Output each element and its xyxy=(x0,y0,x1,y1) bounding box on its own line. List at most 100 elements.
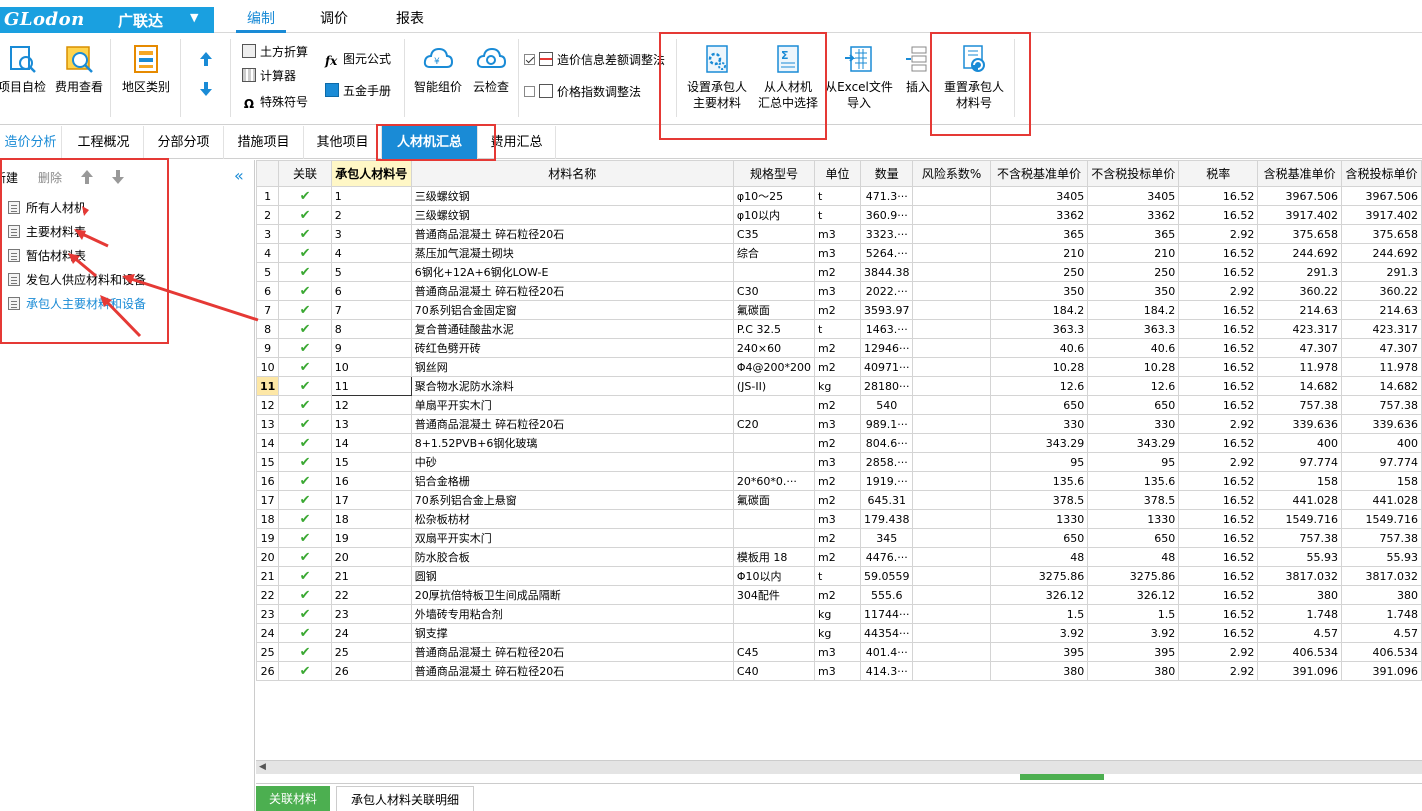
cell-material-name[interactable]: 松杂板枋材 xyxy=(410,509,734,529)
col-header-bid-price-ex[interactable]: 不含税投标单价 xyxy=(1087,160,1180,187)
cell-tax-rate[interactable]: 16.52 xyxy=(1178,471,1259,491)
cell-risk[interactable] xyxy=(912,623,991,643)
cell-base-price-inc[interactable]: 47.307 xyxy=(1257,338,1342,358)
cell-unit[interactable]: m2 xyxy=(814,338,861,358)
cell-unit[interactable]: m3 xyxy=(814,642,861,662)
cell-bid-price-inc[interactable]: 339.636 xyxy=(1340,414,1422,434)
table-row[interactable]: 18 ✔ 18 松杂板枋材 m3 179.438 1330 1330 16.52 1549.716… xyxy=(256,509,1422,529)
table-row[interactable]: 20 ✔ 20 防水胶合板 模板用 18 m2 4476.··· 48 48 16.52 55.93… xyxy=(256,547,1422,567)
linked-check-icon[interactable]: ✔ xyxy=(278,205,332,225)
cell-spec[interactable]: 304配件 xyxy=(732,585,816,605)
cell-material-name[interactable]: 普通商品混凝土 碎石粒径20石 xyxy=(410,224,734,244)
cell-bid-price-inc[interactable]: 400 xyxy=(1340,433,1422,453)
cell-base-price-ex[interactable]: 3.92 xyxy=(989,623,1089,643)
cell-risk[interactable] xyxy=(912,243,991,263)
table-row[interactable]: 21 ✔ 21 圆钢 Φ10以内 t 59.0559 3275.86 3275.86 16.52 3… xyxy=(256,566,1422,586)
table-row[interactable]: 1 ✔ 1 三级螺纹钢 φ10～25 t 471.3··· 3405 3405 16.52 3967… xyxy=(256,186,1422,206)
cell-base-price-ex[interactable]: 48 xyxy=(989,547,1089,567)
cell-bid-price-inc[interactable]: 1.748 xyxy=(1340,604,1422,624)
linked-check-icon[interactable]: ✔ xyxy=(278,566,332,586)
self-check-button[interactable]: 项目自检 xyxy=(0,43,52,95)
cell-risk[interactable] xyxy=(912,528,991,548)
price-diff-checkbox[interactable]: 造价信息差额调整法 xyxy=(524,51,665,69)
col-header-unit[interactable]: 单位 xyxy=(814,160,861,187)
linked-check-icon[interactable]: ✔ xyxy=(278,262,332,282)
linked-check-icon[interactable]: ✔ xyxy=(278,509,332,529)
cell-base-price-ex[interactable]: 1330 xyxy=(989,509,1089,529)
cell-base-price-inc[interactable]: 158 xyxy=(1257,471,1342,491)
cell-bid-price-ex[interactable]: 350 xyxy=(1087,281,1180,301)
cell-tax-rate[interactable]: 16.52 xyxy=(1178,186,1259,206)
cell-bid-price-ex[interactable]: 135.6 xyxy=(1087,471,1180,491)
cell-spec[interactable]: C40 xyxy=(732,661,816,681)
cell-quantity[interactable]: 401.4··· xyxy=(859,642,914,662)
cell-contractor-no[interactable]: 10 xyxy=(330,357,412,377)
row-number[interactable]: 18 xyxy=(256,509,280,529)
linked-check-icon[interactable]: ✔ xyxy=(278,661,332,681)
cell-tax-rate[interactable]: 16.52 xyxy=(1178,319,1259,339)
cell-quantity[interactable]: 989.1··· xyxy=(859,414,914,434)
region-category-button[interactable]: 地区类别 xyxy=(116,43,176,95)
col-header-linked[interactable]: 关联 xyxy=(278,160,332,187)
cell-quantity[interactable]: 3844.38 xyxy=(859,262,914,282)
cell-bid-price-ex[interactable]: 184.2 xyxy=(1087,300,1180,320)
row-number[interactable]: 3 xyxy=(256,224,280,244)
cell-unit[interactable]: m2 xyxy=(814,490,861,510)
move-down-button[interactable] xyxy=(198,81,214,99)
cell-quantity[interactable]: 345 xyxy=(859,528,914,548)
cell-spec[interactable]: 氟碳面 xyxy=(732,490,816,510)
cell-material-name[interactable]: 中砂 xyxy=(410,452,734,472)
cell-contractor-no[interactable]: 5 xyxy=(330,262,412,282)
cell-contractor-no[interactable]: 1 xyxy=(330,186,412,206)
cell-unit[interactable]: m2 xyxy=(814,357,861,377)
cell-bid-price-inc[interactable]: 55.93 xyxy=(1340,547,1422,567)
cell-material-name[interactable]: 普通商品混凝土 碎石粒径20石 xyxy=(410,414,734,434)
cell-bid-price-ex[interactable]: 3405 xyxy=(1087,186,1180,206)
cell-base-price-ex[interactable]: 395 xyxy=(989,642,1089,662)
cell-material-name[interactable]: 普通商品混凝土 碎石粒径20石 xyxy=(410,642,734,662)
cell-unit[interactable]: m2 xyxy=(814,300,861,320)
cell-quantity[interactable]: 804.6··· xyxy=(859,433,914,453)
cell-contractor-no[interactable]: 15 xyxy=(330,452,412,472)
row-number[interactable]: 12 xyxy=(256,395,280,415)
cell-bid-price-ex[interactable]: 1.5 xyxy=(1087,604,1180,624)
row-number[interactable]: 14 xyxy=(256,433,280,453)
horizontal-scrollbar[interactable]: ◀ xyxy=(256,760,1422,774)
cell-contractor-no[interactable]: 9 xyxy=(330,338,412,358)
cell-base-price-inc[interactable]: 97.774 xyxy=(1257,452,1342,472)
cell-risk[interactable] xyxy=(912,376,991,396)
linked-check-icon[interactable]: ✔ xyxy=(278,604,332,624)
table-row[interactable]: 7 ✔ 7 70系列铝合金固定窗 氟碳面 m2 3593.97 184.2 184.2 16.52… xyxy=(256,300,1422,320)
cell-base-price-inc[interactable]: 291.3 xyxy=(1257,262,1342,282)
cell-material-name[interactable]: 防水胶合板 xyxy=(410,547,734,567)
cell-spec[interactable]: 240×60 xyxy=(732,338,816,358)
cell-bid-price-ex[interactable]: 3.92 xyxy=(1087,623,1180,643)
cell-material-name[interactable]: 8+1.52PVB+6钢化玻璃 xyxy=(410,433,734,453)
move-down-icon[interactable] xyxy=(111,169,125,185)
cell-tax-rate[interactable]: 16.52 xyxy=(1178,528,1259,548)
tab-linked-materials[interactable]: 关联材料 xyxy=(256,786,330,811)
cell-unit[interactable]: m3 xyxy=(814,661,861,681)
linked-check-icon[interactable]: ✔ xyxy=(278,623,332,643)
tab-price-adjust[interactable]: 调价 xyxy=(312,8,356,33)
cell-spec[interactable]: φ10～25 xyxy=(732,186,816,206)
cell-contractor-no[interactable]: 8 xyxy=(330,319,412,339)
cell-contractor-no[interactable]: 18 xyxy=(330,509,412,529)
cell-base-price-ex[interactable]: 3362 xyxy=(989,205,1089,225)
cell-bid-price-inc[interactable]: 441.028 xyxy=(1340,490,1422,510)
row-number[interactable]: 4 xyxy=(256,243,280,263)
cell-quantity[interactable]: 11744··· xyxy=(859,604,914,624)
cell-bid-price-inc[interactable]: 11.978 xyxy=(1340,357,1422,377)
cell-quantity[interactable]: 555.6 xyxy=(859,585,914,605)
cell-quantity[interactable]: 540 xyxy=(859,395,914,415)
cell-unit[interactable]: m2 xyxy=(814,547,861,567)
cell-bid-price-ex[interactable]: 3362 xyxy=(1087,205,1180,225)
cloud-check-button[interactable]: 云检查 xyxy=(466,43,516,95)
col-header-tax-rate[interactable]: 税率 xyxy=(1178,160,1259,187)
cell-tax-rate[interactable]: 16.52 xyxy=(1178,623,1259,643)
cell-base-price-inc[interactable]: 4.57 xyxy=(1257,623,1342,643)
cell-base-price-ex[interactable]: 210 xyxy=(989,243,1089,263)
cell-material-name[interactable]: 单扇平开实木门 xyxy=(410,395,734,415)
cell-risk[interactable] xyxy=(912,490,991,510)
tree-item-contractor-main[interactable]: 承包人主要材料和设备 xyxy=(8,295,146,313)
